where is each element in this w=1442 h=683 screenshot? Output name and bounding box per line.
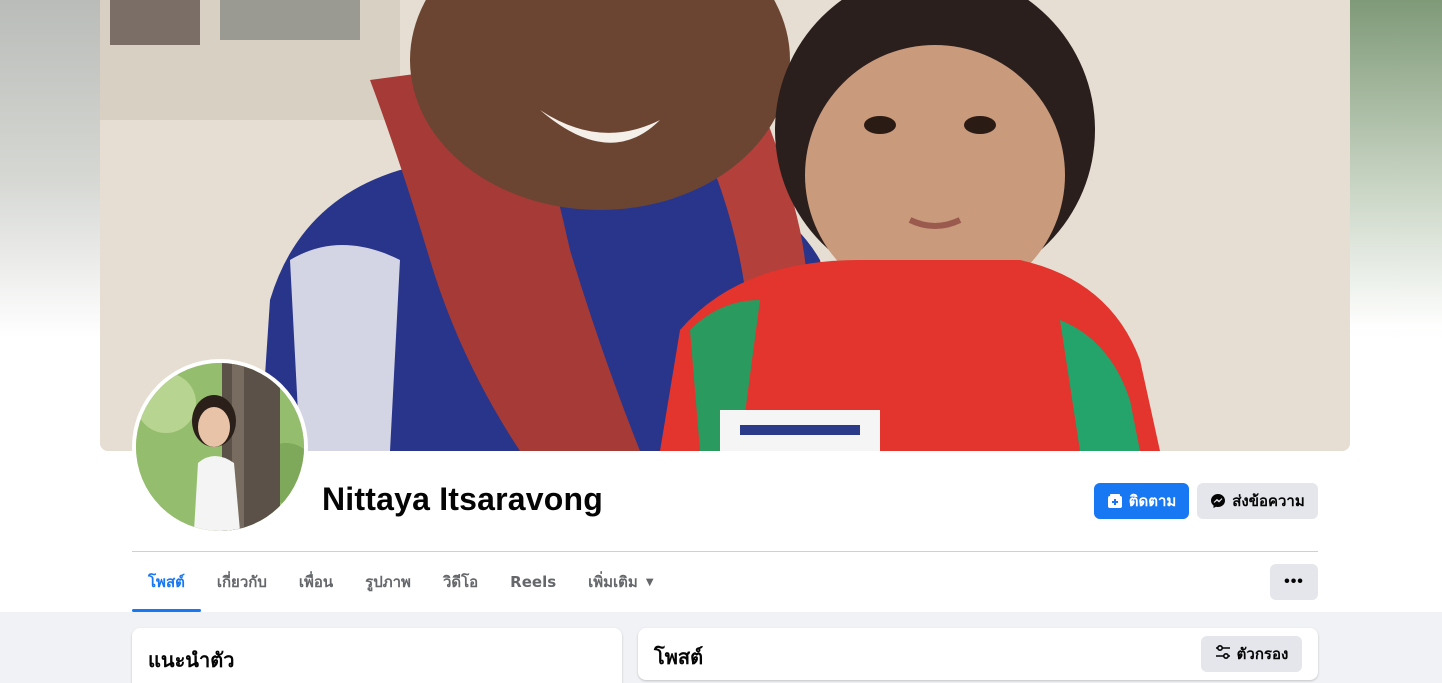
tab-about[interactable]: เกี่ยวกับ — [201, 552, 283, 612]
message-button-label: ส่งข้อความ — [1232, 492, 1305, 510]
caret-down-icon: ▼ — [645, 576, 654, 588]
cover-background-tint — [1350, 0, 1442, 330]
follow-button-label: ติดตาม — [1128, 492, 1177, 510]
avatar-image — [136, 363, 304, 531]
profile-name: Nittaya Itsaravong — [322, 481, 604, 517]
tab-photos[interactable]: รูปภาพ — [349, 552, 427, 612]
tab-more[interactable]: เพิ่มเติม ▼ — [572, 552, 669, 612]
tab-videos[interactable]: วิดีโอ — [427, 552, 494, 612]
tab-reels[interactable]: Reels — [494, 552, 572, 612]
more-options-button[interactable]: ••• — [1270, 564, 1318, 600]
follow-button[interactable]: ติดตาม — [1094, 483, 1189, 519]
avatar — [136, 363, 304, 531]
filter-button-label: ตัวกรอง — [1236, 645, 1289, 663]
posts-title: โพสต์ — [654, 645, 704, 669]
filter-button[interactable]: ตัวกรอง — [1201, 636, 1302, 672]
cover-photo-image — [100, 0, 1350, 451]
tab-friends[interactable]: เพื่อน — [283, 552, 349, 612]
posts-card: โพสต์ ตัวกรอง — [638, 628, 1318, 680]
intro-card: แนะนำตัว — [132, 628, 622, 683]
ellipsis-icon: ••• — [1284, 573, 1304, 590]
cover-photo[interactable] — [100, 0, 1350, 451]
profile-tabs: โพสต์ เกี่ยวกับ เพื่อน รูปภาพ วิดีโอ Ree… — [132, 552, 670, 612]
intro-title: แนะนำตัว — [148, 648, 235, 672]
profile-avatar[interactable] — [132, 359, 308, 535]
sliders-icon — [1215, 644, 1231, 663]
messenger-icon — [1210, 493, 1226, 509]
message-button[interactable]: ส่งข้อความ — [1197, 483, 1318, 519]
tab-posts[interactable]: โพสต์ — [132, 552, 201, 612]
user-add-icon — [1107, 493, 1123, 509]
